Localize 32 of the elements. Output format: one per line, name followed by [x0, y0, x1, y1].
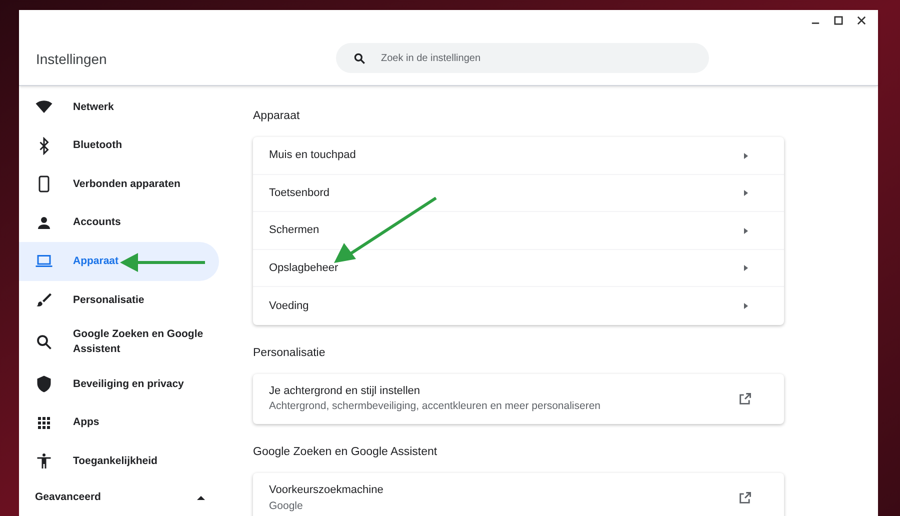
sidebar-item[interactable]: Verbonden apparaten: [19, 165, 219, 204]
settings-row[interactable]: Voorkeurszoekmachine Google: [253, 473, 784, 516]
row-label: Schermen: [269, 223, 320, 238]
row-subtitle: Achtergrond, schermbeveiliging, accentkleuren en meer personaliseren: [269, 399, 602, 414]
settings-row[interactable]: Muis en touchpad: [253, 137, 784, 175]
settings-row[interactable]: Je achtergrond en stijl instellen Achtergrond, schermbeveiliging, accentkleuren en meer personaliseren: [253, 374, 784, 424]
sidebar-item[interactable]: Google Zoeken en Google Assistent: [19, 319, 219, 365]
row-label: Muis en touchpad: [269, 148, 357, 164]
row-label: Voorkeurszoekmachine: [269, 483, 384, 498]
settings-row[interactable]: Voeding: [253, 287, 784, 325]
section-title: Apparaat: [253, 109, 301, 124]
window-title: Instellingen: [36, 50, 108, 69]
sidebar-item[interactable]: Accounts: [19, 204, 219, 242]
row-label: Toetsenbord: [269, 186, 331, 201]
sidebar-item[interactable]: Beveiliging en privacy: [19, 364, 219, 404]
sidebar-item[interactable]: Personalisatie: [19, 280, 219, 320]
search-field[interactable]: Zoek in de instellingen: [336, 43, 709, 73]
settings-row[interactable]: Schermen: [253, 212, 784, 250]
sidebar-item[interactable]: Toegankelijkheid: [19, 442, 219, 480]
sidebar-item[interactable]: Apps: [19, 403, 219, 442]
section-title: Personalisatie: [253, 346, 326, 361]
row-label: Je achtergrond en stijl instellen: [269, 384, 422, 399]
row-label: Opslagbeheer: [269, 260, 340, 276]
section-title: Google Zoeken en Google Assistent: [253, 445, 438, 460]
settings-row[interactable]: Toetsenbord: [253, 174, 784, 212]
sidebar-item[interactable]: Apparaat: [19, 242, 219, 281]
sidebar-item[interactable]: Netwerk: [19, 88, 219, 127]
row-subtitle: Google: [269, 498, 304, 514]
sidebar-item[interactable]: Bluetooth: [19, 126, 219, 166]
row-label: Voeding: [269, 298, 310, 314]
advanced-toggle[interactable]: Geavanceerd: [19, 480, 219, 516]
search-input[interactable]: Zoek in de instellingen: [381, 50, 692, 66]
